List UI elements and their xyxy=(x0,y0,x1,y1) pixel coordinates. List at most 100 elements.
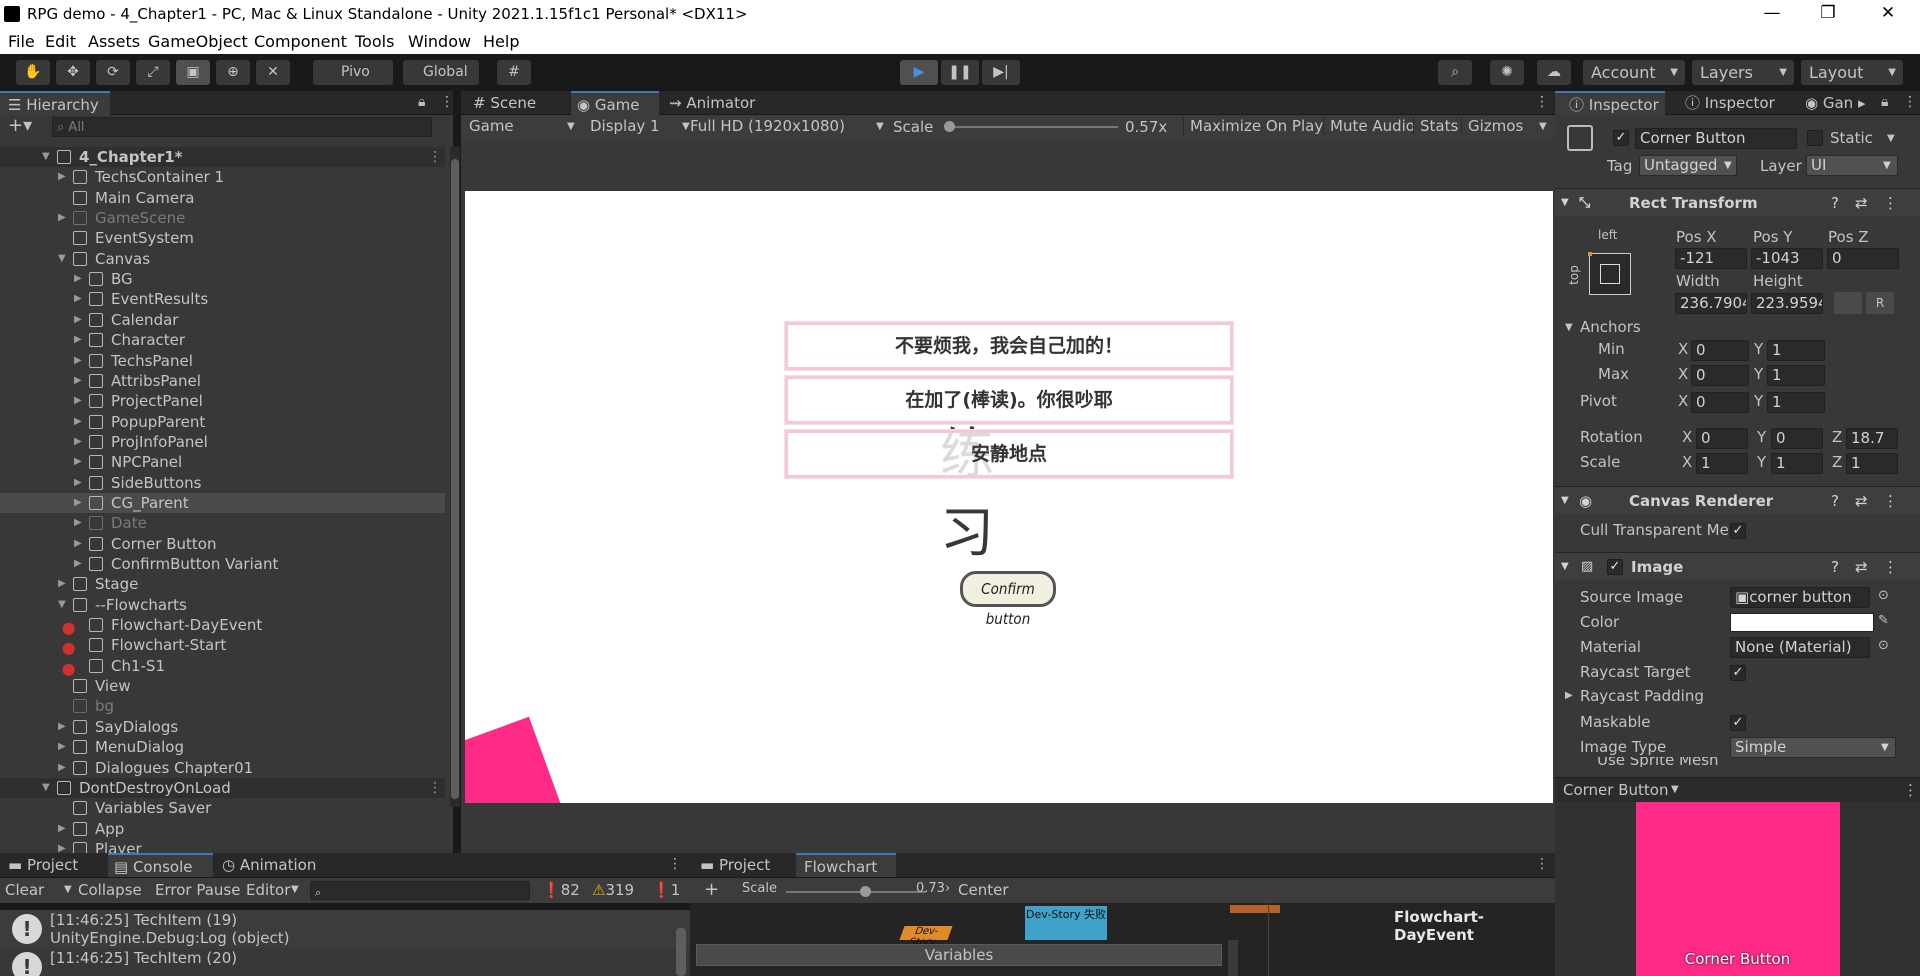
menu-window[interactable]: Window xyxy=(408,32,471,51)
posz-field[interactable]: 0 xyxy=(1827,248,1899,269)
image-enabled-checkbox[interactable]: ✓ xyxy=(1607,559,1623,575)
chevron-down-icon[interactable]: ▼ xyxy=(42,147,50,167)
chevron-right-icon[interactable]: ▶ xyxy=(74,310,82,330)
hierarchy-row[interactable]: ▶ ConfirmButton Variant xyxy=(0,554,445,574)
console-scrollbar[interactable] xyxy=(676,928,686,976)
display-dropdown[interactable]: Display 1 ▼ xyxy=(590,117,695,135)
chevron-down-icon[interactable]: ▼ xyxy=(1887,133,1895,144)
material-field[interactable]: None (Material) xyxy=(1730,637,1870,658)
chevron-right-icon[interactable]: ▶ xyxy=(58,819,66,839)
canvas-renderer-header[interactable]: ▼ ◉ Canvas Renderer ? ⇄ ⋮ xyxy=(1555,486,1920,514)
flowchart-scrollbar[interactable] xyxy=(1228,940,1238,976)
hierarchy-row[interactable]: ▶ Stage xyxy=(0,574,445,594)
step-button[interactable]: ▶| xyxy=(982,60,1020,85)
maskable-checkbox[interactable]: ✓ xyxy=(1730,715,1746,731)
variables-panel-header[interactable]: Variables xyxy=(696,944,1222,966)
kebab-menu-icon[interactable]: ⋮ xyxy=(1903,781,1918,799)
raycast-target-checkbox[interactable]: ✓ xyxy=(1730,665,1746,681)
stats-toggle[interactable]: Stats xyxy=(1413,117,1458,135)
width-field[interactable]: 236.7904 xyxy=(1675,293,1747,314)
hierarchy-row[interactable]: ▶ EventResults xyxy=(0,289,445,309)
help-icon[interactable]: ? xyxy=(1831,553,1839,581)
chevron-right-icon[interactable]: ▶ xyxy=(74,513,82,533)
rotation-z-field[interactable]: 18.7 xyxy=(1846,428,1898,449)
hierarchy-row[interactable]: ▶ MenuDialog xyxy=(0,737,445,757)
hand-tool-icon[interactable]: ✋ xyxy=(16,60,50,85)
kebab-menu-icon[interactable]: ⋮ xyxy=(1535,856,1549,872)
scene-row[interactable]: ▼ DontDestroyOnLoad ⋮ xyxy=(0,777,445,798)
blueprint-mode-button[interactable] xyxy=(1834,292,1862,314)
source-image-field[interactable]: ▣corner button xyxy=(1730,587,1870,608)
layers-dropdown[interactable]: Layers ▼ xyxy=(1692,60,1794,85)
account-dropdown[interactable]: Account ▼ xyxy=(1583,60,1685,85)
kebab-menu-icon[interactable]: ⋮ xyxy=(1883,553,1898,581)
hierarchy-row[interactable]: ▶ GameScene xyxy=(0,208,445,228)
hierarchy-row[interactable]: ▶ CG_Parent xyxy=(0,492,445,513)
tab-console[interactable]: ▤ Console xyxy=(108,853,213,877)
pivot-x-field[interactable]: 0 xyxy=(1691,392,1749,413)
image-header[interactable]: ▼ ▨ ✓ Image ? ⇄ ⋮ xyxy=(1555,552,1920,580)
flowchart-node-orange[interactable] xyxy=(1230,905,1280,913)
tab-inspector-2[interactable]: ⓘ Inspector xyxy=(1685,91,1795,115)
hierarchy-row[interactable]: ▶ SideButtons xyxy=(0,473,445,493)
raw-edit-button[interactable]: R xyxy=(1866,292,1894,314)
chevron-right-icon[interactable]: ▶ xyxy=(74,452,82,472)
editor-dropdown[interactable]: Editor xyxy=(246,881,290,899)
gizmos-toggle[interactable]: Gizmos xyxy=(1461,117,1523,135)
clear-button[interactable]: Clear xyxy=(5,881,44,899)
menu-help[interactable]: Help xyxy=(483,32,519,51)
console-search-input[interactable]: ⌕ xyxy=(310,881,530,900)
preset-icon[interactable]: ⇄ xyxy=(1855,553,1868,581)
collab-icon[interactable]: ✺ xyxy=(1490,60,1524,85)
chevron-right-icon[interactable]: ▶ xyxy=(74,330,82,350)
cloud-icon[interactable]: ☁ xyxy=(1537,60,1571,85)
hierarchy-row[interactable]: ▶ Calendar xyxy=(0,310,445,330)
choice-button-2[interactable]: 在加了(棒读)。你很吵耶 xyxy=(784,375,1234,425)
global-toggle[interactable]: Global xyxy=(403,60,479,85)
hierarchy-row[interactable]: ▶ TechsContainer 1 xyxy=(0,167,445,187)
flowchart-node-story[interactable]: Dev-Story xyxy=(899,926,953,948)
chevron-right-icon[interactable]: ▶ xyxy=(58,737,66,757)
chevron-down-icon[interactable]: ▼ xyxy=(1565,322,1573,333)
menu-tools[interactable]: Tools xyxy=(355,32,394,51)
error-count[interactable]: ❗1 xyxy=(652,881,680,899)
scale-tool-icon[interactable]: ⤢ xyxy=(136,60,170,85)
chevron-right-icon[interactable]: ▶ xyxy=(74,554,82,574)
hierarchy-row[interactable]: ▶ ProjectPanel xyxy=(0,391,445,411)
preset-icon[interactable]: ⇄ xyxy=(1855,189,1868,217)
min-y-field[interactable]: 1 xyxy=(1767,340,1825,361)
scale-slider[interactable] xyxy=(944,121,1118,132)
hierarchy-row[interactable]: ▶ Character xyxy=(0,330,445,350)
kebab-menu-icon[interactable]: ⋮ xyxy=(428,147,442,167)
hierarchy-row[interactable]: EventSystem xyxy=(0,228,445,248)
hierarchy-row[interactable]: ▶ ProjInfoPanel xyxy=(0,432,445,452)
chevron-right-icon[interactable]: ▶ xyxy=(74,473,82,493)
scale-x-field[interactable]: 1 xyxy=(1696,453,1748,474)
maximize-button[interactable]: ❐ xyxy=(1800,0,1856,29)
chevron-right-icon[interactable]: ▶ xyxy=(74,432,82,452)
help-icon[interactable]: ? xyxy=(1831,189,1839,217)
confirm-button[interactable]: Confirm button xyxy=(960,571,1056,628)
tab-scene[interactable]: # Scene xyxy=(473,91,563,115)
hierarchy-row[interactable]: ▶ TechsPanel xyxy=(0,351,445,371)
collapse-button[interactable]: Collapse xyxy=(78,881,142,899)
console-row[interactable]: ! [11:46:25] TechItem (19) UnityEngine.D… xyxy=(0,910,690,948)
chevron-right-icon[interactable]: ▶ xyxy=(74,351,82,371)
hierarchy-row[interactable]: ▼ --Flowcharts xyxy=(0,595,445,615)
hierarchy-row[interactable]: ▶ BG xyxy=(0,269,445,289)
max-y-field[interactable]: 1 xyxy=(1767,365,1825,386)
transform-tool-icon[interactable]: ⊕ xyxy=(216,60,250,85)
flowchart-node-fail[interactable]: Dev-Story 失败 xyxy=(1025,906,1107,940)
flowchart-scale-slider[interactable] xyxy=(786,886,926,897)
hierarchy-row[interactable]: bg xyxy=(0,696,445,716)
center-button[interactable]: Center xyxy=(958,881,1009,899)
corner-button-graphic[interactable] xyxy=(465,716,564,803)
menu-edit[interactable]: Edit xyxy=(45,32,76,51)
play-button[interactable]: ▶ xyxy=(900,60,938,85)
tag-dropdown[interactable]: Untagged ▼ xyxy=(1639,155,1737,176)
chevron-right-icon[interactable]: ▶ xyxy=(74,391,82,411)
chevron-right-icon[interactable]: ▶ xyxy=(58,758,66,778)
static-checkbox[interactable] xyxy=(1807,130,1823,146)
hierarchy-row[interactable]: ⬤ Flowchart-DayEvent xyxy=(0,615,445,635)
menu-component[interactable]: Component xyxy=(254,32,347,51)
